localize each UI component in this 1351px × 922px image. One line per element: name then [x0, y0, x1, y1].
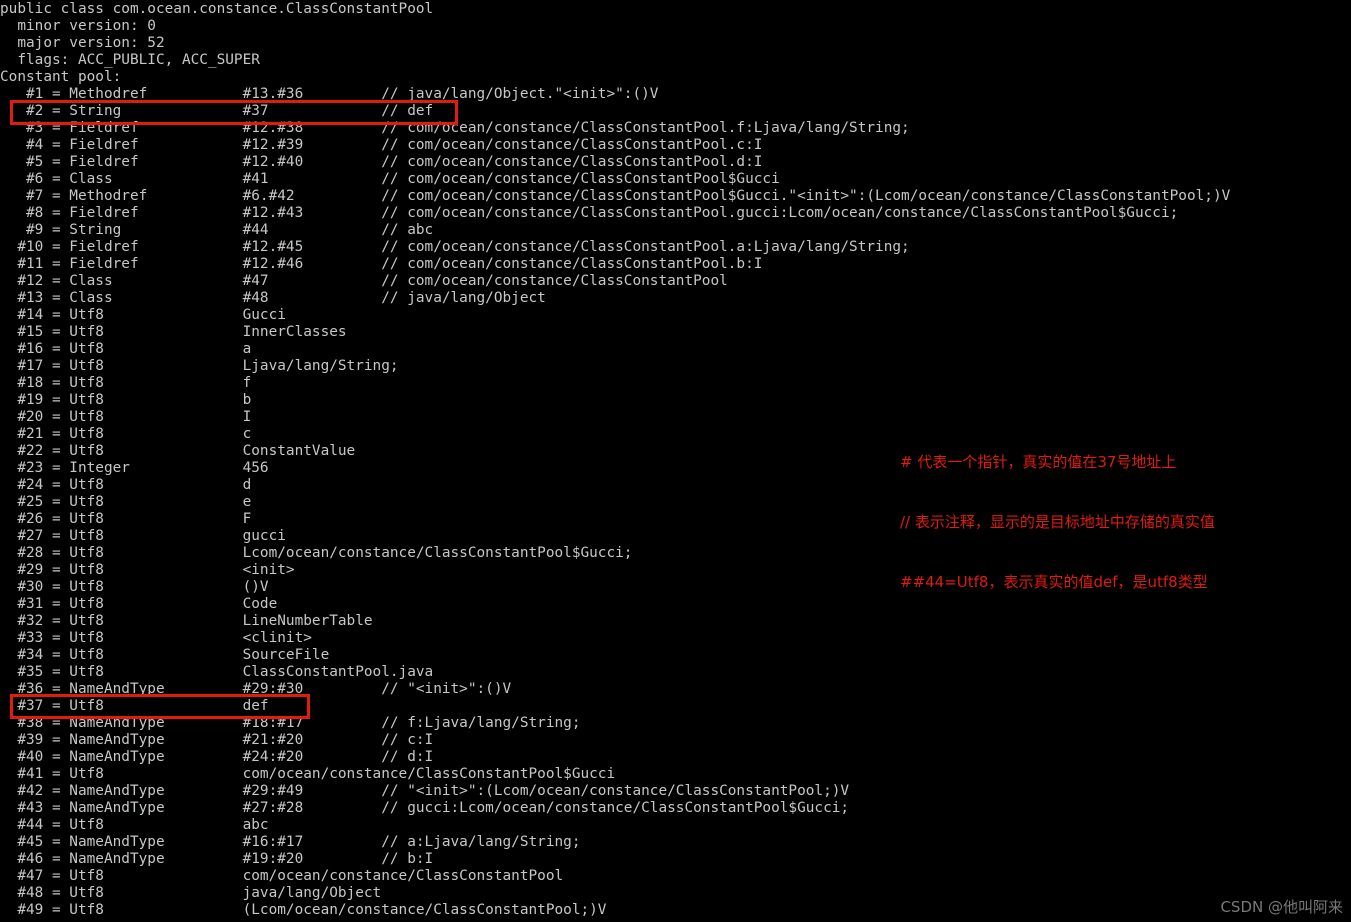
- constant-pool-row-47: #47 = Utf8 com/ocean/constance/ClassCons…: [0, 868, 564, 884]
- annotation-line-1: # 代表一个指针，真实的值在37号地址上: [900, 453, 1177, 471]
- constant-pool-row-18: #18 = Utf8 f: [0, 375, 252, 391]
- constant-pool-row-39: #39 = NameAndType #21:#20 // c:I: [0, 732, 434, 748]
- constant-pool-row-19: #19 = Utf8 b: [0, 392, 252, 408]
- red-annotation-note: # 代表一个指针，真实的值在37号地址上 // 表示注释，显示的是目标地址中存储…: [900, 412, 1215, 612]
- constant-pool-row-1: #1 = Methodref #13.#36 // java/lang/Obje…: [0, 86, 659, 102]
- header-line-5: Constant pool:: [0, 69, 122, 85]
- annotation-line-2: // 表示注释，显示的是目标地址中存储的真实值: [900, 513, 1215, 531]
- header-line-1: public class com.ocean.constance.ClassCo…: [0, 1, 434, 17]
- constant-pool-row-34: #34 = Utf8 SourceFile: [0, 647, 330, 663]
- constant-pool-row-41: #41 = Utf8 com/ocean/constance/ClassCons…: [0, 766, 616, 782]
- constant-pool-row-40: #40 = NameAndType #24:#20 // d:I: [0, 749, 434, 765]
- header-line-2: minor version: 0: [0, 18, 156, 34]
- constant-pool-row-3: #3 = Fieldref #12.#38 // com/ocean/const…: [0, 120, 910, 136]
- constant-pool-row-46: #46 = NameAndType #19:#20 // b:I: [0, 851, 434, 867]
- constant-pool-row-10: #10 = Fieldref #12.#45 // com/ocean/cons…: [0, 239, 910, 255]
- constant-pool-row-48: #48 = Utf8 java/lang/Object: [0, 885, 382, 901]
- constant-pool-row-6: #6 = Class #41 // com/ocean/constance/Cl…: [0, 171, 780, 187]
- annotation-line-3: ##44=Utf8，表示真实的值def，是utf8类型: [900, 573, 1208, 591]
- constant-pool-row-36: #36 = NameAndType #29:#30 // "<init>":()…: [0, 681, 512, 697]
- constant-pool-row-33: #33 = Utf8 <clinit>: [0, 630, 312, 646]
- constant-pool-row-42: #42 = NameAndType #29:#49 // "<init>":(L…: [0, 783, 850, 799]
- constant-pool-row-2: #2 = String #37 // def: [0, 103, 434, 119]
- constant-pool-row-43: #43 = NameAndType #27:#28 // gucci:Lcom/…: [0, 800, 850, 816]
- constant-pool-row-11: #11 = Fieldref #12.#46 // com/ocean/cons…: [0, 256, 763, 272]
- constant-pool-row-17: #17 = Utf8 Ljava/lang/String;: [0, 358, 399, 374]
- constant-pool-row-15: #15 = Utf8 InnerClasses: [0, 324, 347, 340]
- constant-pool-row-12: #12 = Class #47 // com/ocean/constance/C…: [0, 273, 728, 289]
- constant-pool-row-8: #8 = Fieldref #12.#43 // com/ocean/const…: [0, 205, 1179, 221]
- constant-pool-row-4: #4 = Fieldref #12.#39 // com/ocean/const…: [0, 137, 763, 153]
- constant-pool-row-44: #44 = Utf8 abc: [0, 817, 269, 833]
- header-line-4: flags: ACC_PUBLIC, ACC_SUPER: [0, 52, 260, 68]
- constant-pool-row-38: #38 = NameAndType #18:#17 // f:Ljava/lan…: [0, 715, 581, 731]
- constant-pool-row-45: #45 = NameAndType #16:#17 // a:Ljava/lan…: [0, 834, 581, 850]
- constant-pool-row-32: #32 = Utf8 LineNumberTable: [0, 613, 373, 629]
- constant-pool-row-7: #7 = Methodref #6.#42 // com/ocean/const…: [0, 188, 1231, 204]
- header-line-3: major version: 52: [0, 35, 165, 51]
- csdn-watermark: CSDN @他叫阿来: [1220, 898, 1343, 916]
- constant-pool-row-5: #5 = Fieldref #12.#40 // com/ocean/const…: [0, 154, 763, 170]
- constant-pool-row-35: #35 = Utf8 ClassConstantPool.java: [0, 664, 434, 680]
- constant-pool-row-9: #9 = String #44 // abc: [0, 222, 434, 238]
- constant-pool-row-13: #13 = Class #48 // java/lang/Object: [0, 290, 546, 306]
- constant-pool-row-16: #16 = Utf8 a: [0, 341, 252, 357]
- constant-pool-row-37: #37 = Utf8 def: [0, 698, 269, 714]
- constant-pool-row-49: #49 = Utf8 (Lcom/ocean/constance/ClassCo…: [0, 902, 607, 918]
- constant-pool-row-14: #14 = Utf8 Gucci: [0, 307, 286, 323]
